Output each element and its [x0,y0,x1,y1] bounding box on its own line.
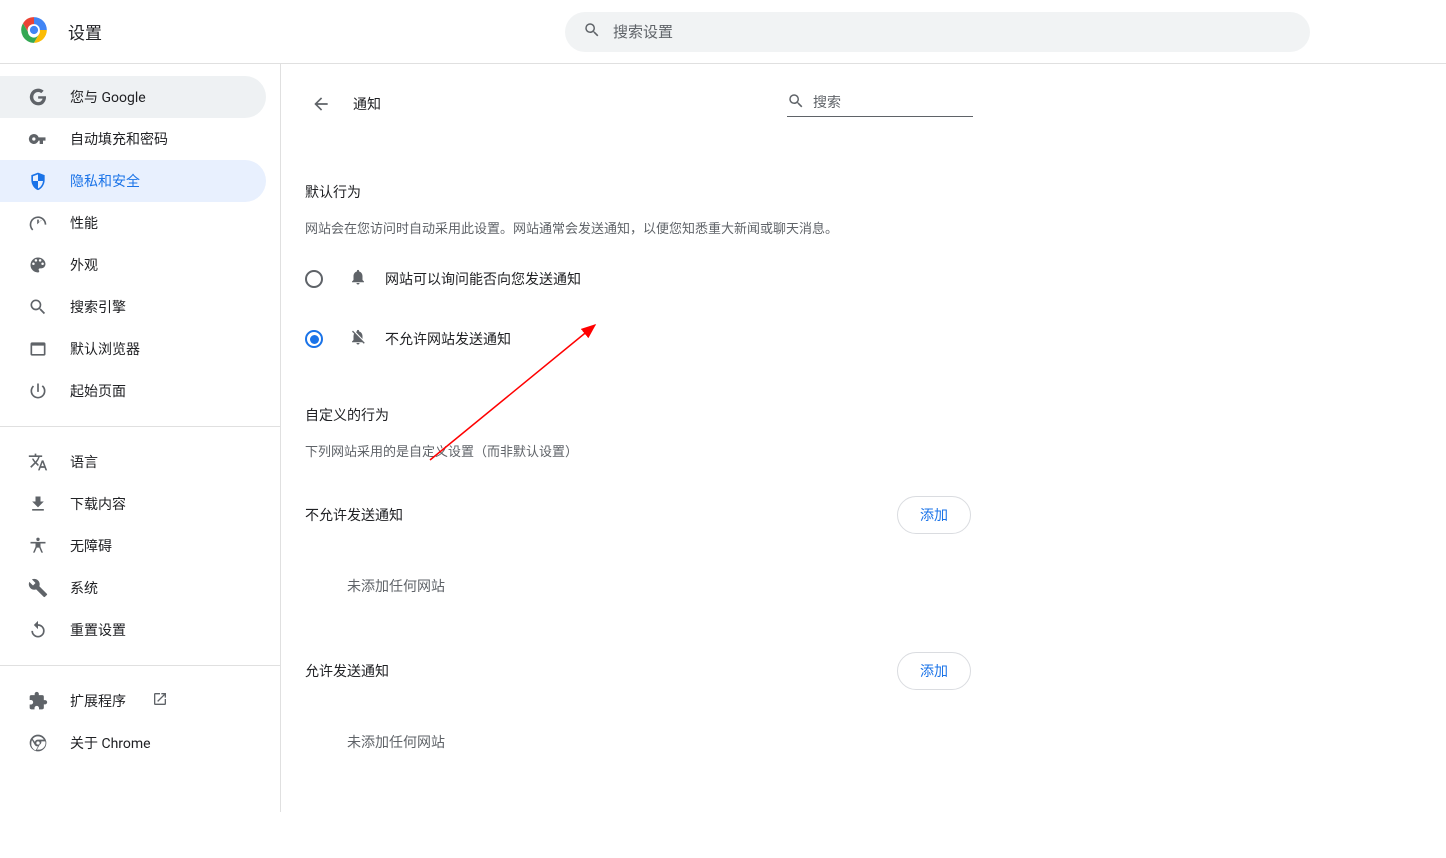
list-header: 不允许发送通知 添加 [305,496,971,534]
sidebar-item-label: 您与 Google [70,87,146,107]
radio-label-group: 网站可以询问能否向您发送通知 [349,268,581,290]
sidebar-item-label: 无障碍 [70,536,112,556]
extension-icon [28,691,48,711]
sidebar: 您与 Google 自动填充和密码 隐私和安全 性能 外观 [0,64,280,812]
sidebar-item-accessibility[interactable]: 无障碍 [0,525,266,567]
sidebar-item-label: 搜索引擎 [70,297,126,317]
custom-behavior-section: 自定义的行为 下列网站采用的是自定义设置（而非默认设置） [281,405,995,460]
speedometer-icon [28,213,48,233]
sidebar-item-you-and-google[interactable]: 您与 Google [0,76,266,118]
sidebar-item-system[interactable]: 系统 [0,567,266,609]
page-title: 通知 [353,94,381,114]
chrome-outline-icon [28,733,48,753]
radio-label-group: 不允许网站发送通知 [349,328,511,350]
header-left: 设置 [20,16,565,48]
search-icon [787,92,805,114]
header-title: 设置 [68,19,102,44]
allowed-section: 允许发送通知 添加 未添加任何网站 [281,652,995,772]
wrench-icon [28,578,48,598]
radio-indicator [305,270,323,288]
empty-list-text: 未添加任何网站 [305,546,971,616]
header-search-input[interactable] [613,23,1292,41]
list-header: 允许发送通知 添加 [305,652,971,690]
sidebar-item-label: 语言 [70,452,98,472]
sidebar-item-label: 自动填充和密码 [70,129,168,149]
sidebar-item-privacy-security[interactable]: 隐私和安全 [0,160,266,202]
main-layout: 您与 Google 自动填充和密码 隐私和安全 性能 外观 [0,64,1446,812]
open-in-new-icon [148,691,168,711]
translate-icon [28,452,48,472]
sidebar-item-label: 默认浏览器 [70,339,140,359]
content-search-box[interactable] [787,92,973,117]
sidebar-item-languages[interactable]: 语言 [0,441,266,483]
bell-icon [349,268,367,290]
sidebar-divider [0,665,280,666]
bell-off-icon [349,328,367,350]
sidebar-item-autofill[interactable]: 自动填充和密码 [0,118,266,160]
sidebar-item-label: 扩展程序 [70,691,126,711]
radio-label: 网站可以询问能否向您发送通知 [385,269,581,289]
section-title: 自定义的行为 [305,405,971,425]
section-desc: 网站会在您访问时自动采用此设置。网站通常会发送通知，以便您知悉重大新闻或聊天消息… [305,218,971,237]
power-icon [28,381,48,401]
sidebar-divider [0,426,280,427]
radio-sites-can-ask[interactable]: 网站可以询问能否向您发送通知 [305,249,971,309]
sidebar-item-downloads[interactable]: 下载内容 [0,483,266,525]
sidebar-item-label: 重置设置 [70,620,126,640]
blocked-section: 不允许发送通知 添加 未添加任何网站 [281,496,995,616]
content: 通知 默认行为 网站会在您访问时自动采用此设置。网站通常会发送通知，以便您知悉重… [281,64,995,812]
reset-icon [28,620,48,640]
sidebar-item-about-chrome[interactable]: 关于 Chrome [0,722,266,764]
header-search-box[interactable] [565,12,1310,52]
download-icon [28,494,48,514]
google-g-icon [28,87,48,107]
sidebar-item-reset[interactable]: 重置设置 [0,609,266,651]
sidebar-item-label: 隐私和安全 [70,171,140,191]
app-header: 设置 [0,0,1446,64]
sidebar-item-search-engine[interactable]: 搜索引擎 [0,286,266,328]
sidebar-item-performance[interactable]: 性能 [0,202,266,244]
sidebar-item-default-browser[interactable]: 默认浏览器 [0,328,266,370]
sidebar-item-appearance[interactable]: 外观 [0,244,266,286]
palette-icon [28,255,48,275]
sidebar-item-label: 外观 [70,255,98,275]
content-header: 通知 [281,86,995,122]
add-blocked-button[interactable]: 添加 [897,496,971,534]
sidebar-item-label: 下载内容 [70,494,126,514]
radio-label: 不允许网站发送通知 [385,329,511,349]
accessibility-icon [28,536,48,556]
default-behavior-section: 默认行为 网站会在您访问时自动采用此设置。网站通常会发送通知，以便您知悉重大新闻… [281,182,995,369]
key-icon [28,129,48,149]
search-icon [583,21,601,43]
sidebar-item-label: 起始页面 [70,381,126,401]
content-wrap: 通知 默认行为 网站会在您访问时自动采用此设置。网站通常会发送通知，以便您知悉重… [280,64,1446,812]
add-allowed-button[interactable]: 添加 [897,652,971,690]
empty-list-text: 未添加任何网站 [305,702,971,772]
radio-indicator-checked [305,330,323,348]
back-button[interactable] [303,86,339,122]
list-title: 不允许发送通知 [305,505,403,525]
list-title: 允许发送通知 [305,661,389,681]
magnifier-icon [28,297,48,317]
sidebar-item-label: 关于 Chrome [70,733,151,753]
sidebar-item-extensions[interactable]: 扩展程序 [0,680,266,722]
sidebar-item-on-startup[interactable]: 起始页面 [0,370,266,412]
shield-icon [28,171,48,191]
chrome-logo-icon [20,16,48,48]
sidebar-item-label: 系统 [70,578,98,598]
sidebar-item-label: 性能 [70,213,98,233]
section-desc: 下列网站采用的是自定义设置（而非默认设置） [305,441,971,460]
content-search-input[interactable] [813,95,973,111]
section-title: 默认行为 [305,182,971,202]
browser-window-icon [28,339,48,359]
radio-dont-allow[interactable]: 不允许网站发送通知 [305,309,971,369]
